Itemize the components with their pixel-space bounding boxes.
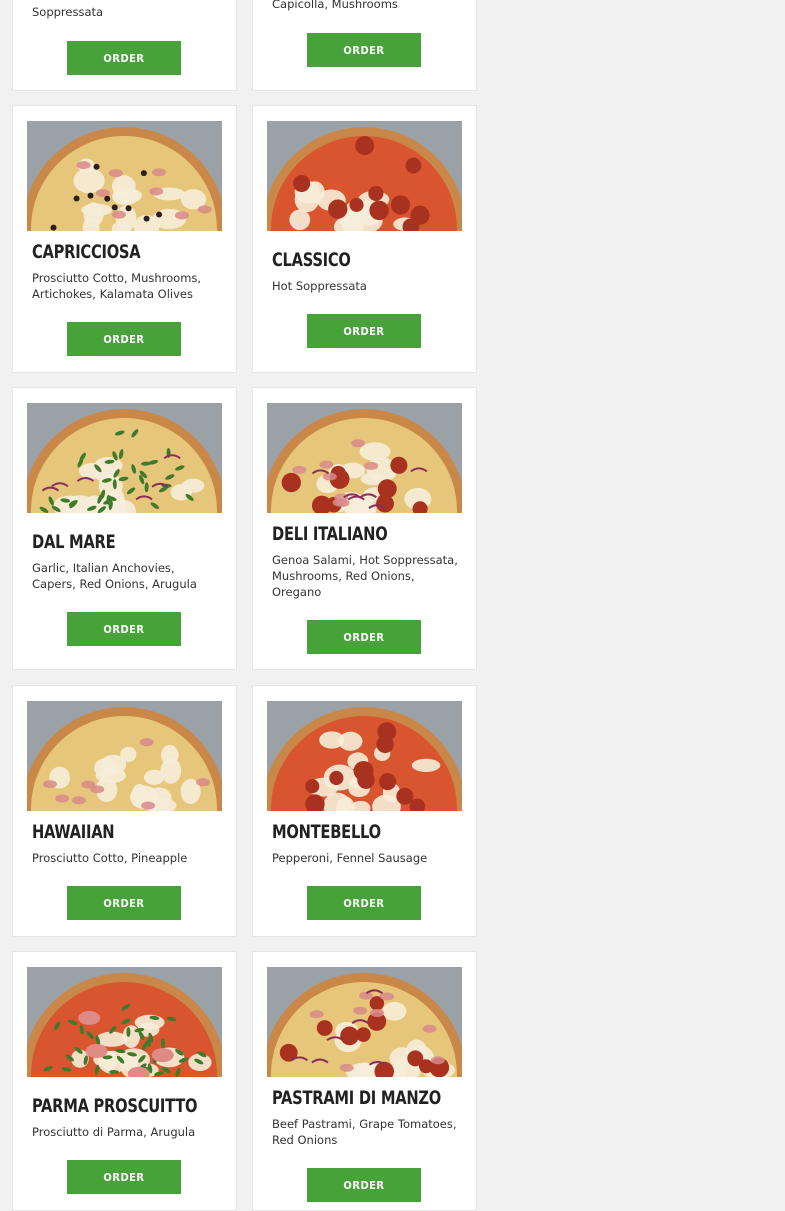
pizza-description: Beef Pastrami, Grape Tomatoes, Red Onion… <box>272 1117 457 1147</box>
menu-card: Montebello Pepperoni, Fennel Sausage ORD… <box>252 685 477 937</box>
menu-card: Capricciosa Prosciutto Cotto, Mushrooms,… <box>12 105 237 373</box>
pizza-name: Deli Italiano <box>272 523 388 545</box>
pizza-description: Soppressata <box>32 5 104 19</box>
pizza-description: Capicolla, Mushrooms <box>272 0 398 11</box>
pizza-image <box>27 967 222 1077</box>
pizza-image <box>267 967 462 1077</box>
pizza-image <box>27 701 222 811</box>
pizza-image <box>267 121 462 231</box>
pizza-description: Prosciutto Cotto, Mushrooms, Artichokes,… <box>32 271 202 301</box>
pizza-name: Parma Proscuitto <box>32 1095 198 1117</box>
pizza-description: Prosciutto di Parma, Arugula <box>32 1125 196 1139</box>
pizza-description: Prosciutto Cotto, Pineapple <box>32 851 188 865</box>
menu-card: Classico Hot Soppressata ORDER <box>252 105 477 373</box>
pizza-description: Hot Soppressata <box>272 279 367 293</box>
pizza-image <box>27 403 222 513</box>
order-button[interactable]: ORDER <box>307 1168 421 1202</box>
pizza-name: Pastrami di Manzo <box>272 1087 442 1109</box>
order-button[interactable]: ORDER <box>307 886 421 920</box>
pizza-description: Garlic, Italian Anchovies, Capers, Red O… <box>32 561 197 591</box>
order-button[interactable]: ORDER <box>67 886 181 920</box>
menu-card: Hawaiian Prosciutto Cotto, Pineapple ORD… <box>12 685 237 937</box>
order-button[interactable]: ORDER <box>307 620 421 654</box>
order-button[interactable]: ORDER <box>307 33 421 67</box>
order-button[interactable]: ORDER <box>67 612 181 646</box>
pizza-name: Capricciosa <box>32 241 141 263</box>
pizza-image <box>267 701 462 811</box>
order-button[interactable]: ORDER <box>67 41 181 75</box>
menu-card: Deli Italiano Genoa Salami, Hot Soppress… <box>252 387 477 670</box>
order-button[interactable]: ORDER <box>67 322 181 356</box>
menu-card: Soppressata ORDER <box>12 0 237 91</box>
pizza-description: Pepperoni, Fennel Sausage <box>272 851 428 865</box>
menu-card: Dal Mare Garlic, Italian Anchovies, Cape… <box>12 387 237 670</box>
pizza-name: Montebello <box>272 821 381 843</box>
order-button[interactable]: ORDER <box>67 1160 181 1194</box>
pizza-name: Dal Mare <box>32 531 116 553</box>
pizza-name: Hawaiian <box>32 821 115 843</box>
pizza-image <box>267 403 462 513</box>
pizza-image <box>27 121 222 231</box>
order-button[interactable]: ORDER <box>307 314 421 348</box>
pizza-description: Genoa Salami, Hot Soppressata, Mushrooms… <box>272 553 458 599</box>
pizza-name: Classico <box>272 249 351 271</box>
menu-card: Capicolla, Mushrooms ORDER <box>252 0 477 91</box>
menu-card: Parma Proscuitto Prosciutto di Parma, Ar… <box>12 951 237 1211</box>
menu-card: Pastrami di Manzo Beef Pastrami, Grape T… <box>252 951 477 1211</box>
